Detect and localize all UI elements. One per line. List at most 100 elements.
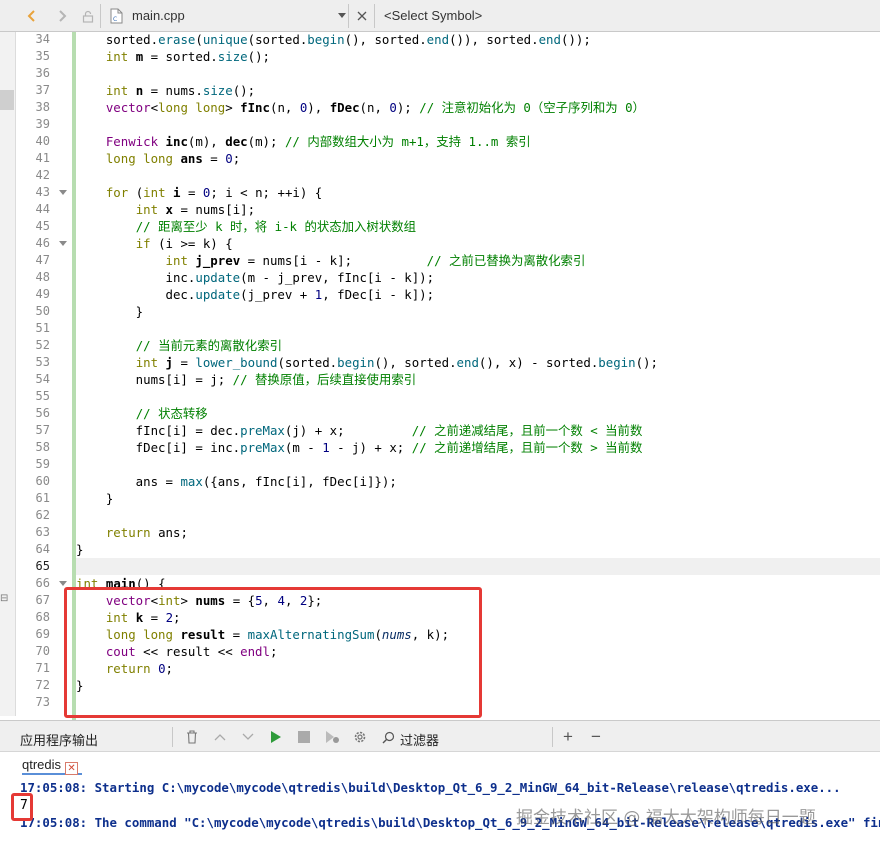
line-number: 44 xyxy=(35,202,50,216)
line-number: 63 xyxy=(35,525,50,539)
code-line[interactable]: vector<long long> fInc(n, 0), fDec(n, 0)… xyxy=(76,99,645,116)
code-line[interactable]: } xyxy=(76,490,113,507)
forward-arrow-icon[interactable] xyxy=(54,6,70,26)
line-number: 71 xyxy=(35,661,50,675)
code-line[interactable]: int x = nums[i]; xyxy=(76,201,255,218)
code-line[interactable]: if (i >= k) { xyxy=(76,235,233,252)
run-icon[interactable] xyxy=(268,729,284,745)
line-number: 38 xyxy=(35,100,50,114)
code-line[interactable]: int j = lower_bound(sorted.begin(), sort… xyxy=(76,354,658,371)
debug-attach-icon[interactable] xyxy=(324,729,340,745)
close-tab-icon[interactable]: ✕ xyxy=(65,762,79,775)
chevron-up-icon[interactable] xyxy=(212,729,228,745)
line-number: 68 xyxy=(35,610,50,624)
line-number: 72 xyxy=(35,678,50,692)
line-number: 53 xyxy=(35,355,50,369)
line-number: 46 xyxy=(35,236,50,250)
highlight-box-output xyxy=(11,793,33,821)
watermark-text: 掘金技术社区 @ 福大大架构师每日一题 xyxy=(516,808,816,828)
line-number: 66 xyxy=(35,576,50,590)
line-number: 58 xyxy=(35,440,50,454)
code-line[interactable]: ans = max({ans, fInc[i], fDec[i]}); xyxy=(76,473,397,490)
file-tab-name[interactable]: main.cpp xyxy=(132,6,185,26)
line-number: 62 xyxy=(35,508,50,522)
chevron-down-icon[interactable] xyxy=(240,729,256,745)
line-number: 41 xyxy=(35,151,50,165)
minus-icon[interactable]: − xyxy=(588,727,604,746)
line-number: 57 xyxy=(35,423,50,437)
code-line[interactable]: // 当前元素的离散化索引 xyxy=(76,337,282,354)
line-number: 37 xyxy=(35,83,50,97)
code-line[interactable]: } xyxy=(76,541,83,558)
line-number: 69 xyxy=(35,627,50,641)
line-number: 70 xyxy=(35,644,50,658)
svg-text:C: C xyxy=(113,16,117,23)
line-number: 56 xyxy=(35,406,50,420)
line-number-gutter: 34 35 36 37 38 39 40 41 42 43 44 45 46 47 48 49 50 51 52 53… xyxy=(16,32,54,720)
panel-icon[interactable]: ⊟ xyxy=(0,593,8,604)
back-arrow-icon[interactable] xyxy=(24,6,40,26)
output-tab-qtredis[interactable]: qtredis ✕ xyxy=(22,755,83,775)
line-number: 47 xyxy=(35,253,50,267)
code-line[interactable]: // 距离至少 k 时，将 i-k 的状态加入树状数组 xyxy=(76,218,416,235)
line-number: 48 xyxy=(35,270,50,284)
line-number: 65 xyxy=(35,559,50,573)
plus-icon[interactable]: + xyxy=(560,727,576,746)
line-number: 35 xyxy=(35,49,50,63)
trash-icon[interactable] xyxy=(184,729,200,745)
code-line[interactable]: inc.update(m - j_prev, fInc[i - k]); xyxy=(76,269,435,286)
code-line[interactable]: fDec[i] = inc.preMax(m - 1 - j) + x; // … xyxy=(76,439,643,456)
line-number: 54 xyxy=(35,372,50,386)
line-number: 49 xyxy=(35,287,50,301)
close-file-icon[interactable] xyxy=(354,6,370,26)
line-number: 55 xyxy=(35,389,50,403)
fold-arrow-icon[interactable] xyxy=(59,241,67,246)
search-icon xyxy=(380,729,396,745)
code-line[interactable]: dec.update(j_prev + 1, fDec[i - k]); xyxy=(76,286,435,303)
line-number: 40 xyxy=(35,134,50,148)
code-line[interactable]: Fenwick inc(m), dec(m); // 内部数组大小为 m+1，支… xyxy=(76,133,531,150)
code-line[interactable]: fInc[i] = dec.preMax(j) + x; // 之前递减结尾，且… xyxy=(76,422,643,439)
output-line-start: 17:05:08: Starting C:\mycode\mycode\qtre… xyxy=(20,780,841,795)
line-number: 45 xyxy=(35,219,50,233)
line-number: 67 xyxy=(35,593,50,607)
code-line[interactable]: // 状态转移 xyxy=(76,405,208,422)
code-line[interactable]: int n = nums.size(); xyxy=(76,82,255,99)
line-number: 34 xyxy=(35,32,50,46)
code-line[interactable]: for (int i = 0; i < n; ++i) { xyxy=(76,184,322,201)
line-number: 64 xyxy=(35,542,50,556)
code-line[interactable]: sorted.erase(unique(sorted.begin(), sort… xyxy=(76,32,591,48)
code-line[interactable]: long long ans = 0; xyxy=(76,150,240,167)
code-line[interactable]: int m = sorted.size(); xyxy=(76,48,270,65)
stop-icon[interactable] xyxy=(296,729,312,745)
line-number: 61 xyxy=(35,491,50,505)
lock-icon[interactable] xyxy=(80,6,96,26)
code-line[interactable]: return ans; xyxy=(76,524,188,541)
gear-icon[interactable] xyxy=(352,729,368,745)
editor-toolbar: C main.cpp <Select Symbol> xyxy=(0,0,880,32)
cpp-file-icon: C xyxy=(108,6,124,26)
line-number: 42 xyxy=(35,168,50,182)
line-number: 51 xyxy=(35,321,50,335)
line-number: 39 xyxy=(35,117,50,131)
code-line[interactable]: nums[i] = j; // 替换原值，后续直接使用索引 xyxy=(76,371,416,388)
code-line[interactable]: } xyxy=(76,303,143,320)
line-number: 73 xyxy=(35,695,50,709)
filter-input[interactable]: 过滤器 xyxy=(400,730,439,749)
line-number: 60 xyxy=(35,474,50,488)
line-number: 36 xyxy=(35,66,50,80)
output-tab-label: qtredis xyxy=(22,757,62,772)
fold-arrow-icon[interactable] xyxy=(59,190,67,195)
code-line[interactable]: int j_prev = nums[i - k]; // 之前已替换为离散化索引 xyxy=(76,252,586,269)
output-pane-title: 应用程序输出 xyxy=(20,733,99,748)
output-tab-bar: qtredis ✕ xyxy=(0,752,880,776)
output-pane-header: 应用程序输出 过滤器 + − xyxy=(0,720,880,752)
symbol-selector[interactable]: <Select Symbol> xyxy=(384,6,482,26)
line-number: 59 xyxy=(35,457,50,471)
fold-arrow-icon[interactable] xyxy=(59,581,67,586)
line-number: 52 xyxy=(35,338,50,352)
line-number: 50 xyxy=(35,304,50,318)
line-number: 43 xyxy=(35,185,50,199)
highlight-box-main xyxy=(64,587,482,718)
left-sidebar-strip: ⊟ xyxy=(0,32,16,716)
